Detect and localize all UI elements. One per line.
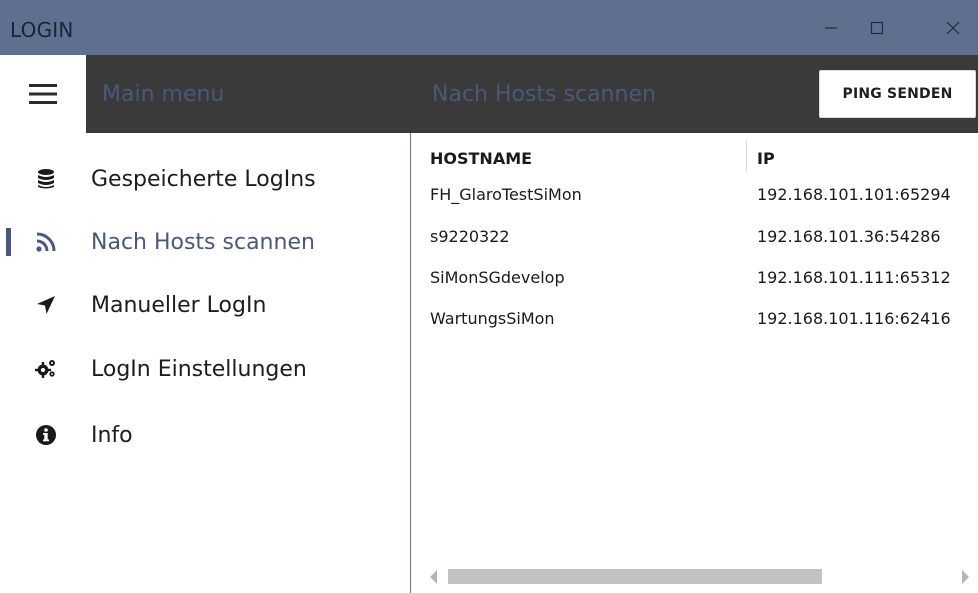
sidebar-item-info[interactable]: Info [0,405,410,465]
app-window: LOGIN Main menu Nach Hosts scannen PING … [0,0,978,593]
rss-feed-icon [34,230,58,254]
info-circle-icon [34,423,58,447]
window-title: LOGIN [10,18,74,42]
hosts-table: HOSTNAME IP FH_GlaroTestSiMon 192.168.10… [412,133,978,593]
table-row[interactable]: WartungsSiMon 192.168.101.116:62416 [412,302,978,336]
sidebar-item-label: Nach Hosts scannen [91,229,315,255]
close-button[interactable] [930,0,976,55]
sidebar-item-gespeicherte-logins[interactable]: Gespeicherte LogIns [0,149,410,209]
sidebar-item-label: Info [91,422,133,448]
database-icon [34,167,58,191]
page-title: Nach Hosts scannen [432,82,656,107]
sidebar-item-manueller-login[interactable]: Manueller LogIn [0,275,410,335]
hostname-cell: FH_GlaroTestSiMon [430,185,582,204]
table-row[interactable]: SiMonSGdevelop 192.168.101.111:65312 [412,261,978,295]
main-menu-label: Main menu [102,82,225,107]
column-header-hostname[interactable]: HOSTNAME [430,149,532,168]
sidebar-item-label: Manueller LogIn [91,292,267,318]
sidebar-item-label: Gespeicherte LogIns [91,166,316,192]
ip-cell: 192.168.101.101:65294 [757,185,951,204]
app-header: Main menu Nach Hosts scannen PING SENDEN [86,55,978,133]
table-row[interactable]: FH_GlaroTestSiMon 192.168.101.101:65294 [412,178,978,212]
table-row[interactable]: s9220322 192.168.101.36:54286 [412,220,978,254]
gears-icon [34,357,58,381]
location-arrow-icon [34,293,58,317]
sidebar-item-label: LogIn Einstellungen [91,356,307,382]
column-separator[interactable] [746,141,747,171]
title-bar: LOGIN [0,0,978,55]
sidebar: Gespeicherte LogIns Nach Hosts scannen M… [0,133,411,593]
hostname-cell: SiMonSGdevelop [430,268,565,287]
column-header-ip[interactable]: IP [757,149,775,168]
ip-cell: 192.168.101.111:65312 [757,268,951,287]
horizontal-scrollbar[interactable] [412,566,978,588]
ip-cell: 192.168.101.36:54286 [757,227,941,246]
minimize-icon [825,26,837,29]
maximize-button[interactable] [854,0,900,55]
scroll-right-arrow-icon[interactable] [962,570,969,584]
ip-cell: 192.168.101.116:62416 [757,309,951,328]
ping-senden-button[interactable]: PING SENDEN [819,70,976,118]
sidebar-item-login-einstellungen[interactable]: LogIn Einstellungen [0,339,410,399]
maximize-icon [870,21,884,34]
hamburger-menu-icon [29,84,57,104]
hostname-cell: s9220322 [430,227,510,246]
sidebar-item-nach-hosts-scannen[interactable]: Nach Hosts scannen [0,212,410,272]
scrollbar-thumb[interactable] [448,569,822,584]
minimize-button[interactable] [808,0,854,55]
hamburger-button[interactable] [0,55,86,133]
active-indicator [6,228,11,256]
close-icon [946,21,960,34]
scroll-left-arrow-icon[interactable] [430,570,437,584]
hostname-cell: WartungsSiMon [430,309,555,328]
